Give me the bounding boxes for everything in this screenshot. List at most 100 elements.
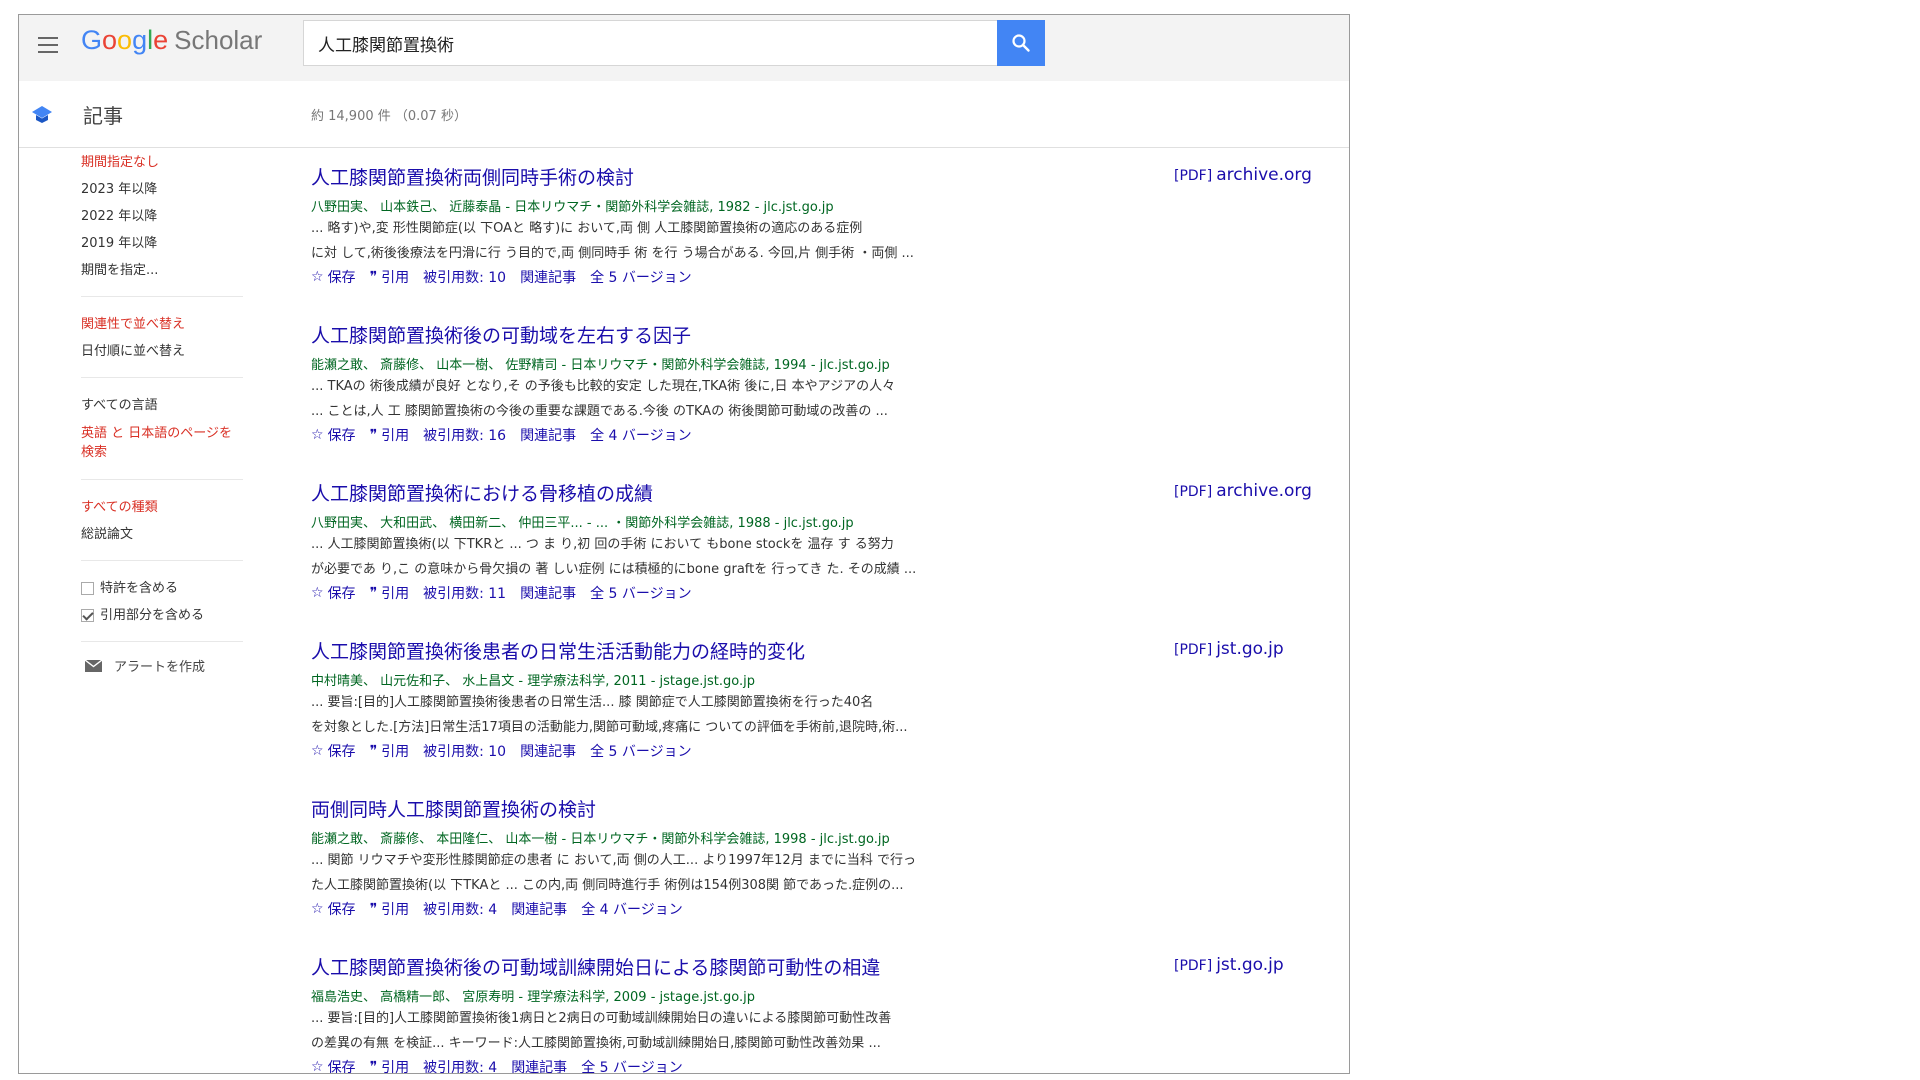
- cite-button[interactable]: ❞ 引用: [370, 741, 410, 761]
- all-versions-link[interactable]: 全 5 バージョン: [590, 583, 692, 603]
- pdf-source: archive.org: [1216, 481, 1312, 501]
- time-filter-2022[interactable]: 2022 年以降: [81, 203, 243, 230]
- language-all[interactable]: すべての言語: [81, 392, 243, 419]
- pdf-link[interactable]: [PDF] archive.org: [1174, 481, 1312, 501]
- quote-icon: ❞: [369, 269, 378, 285]
- save-button[interactable]: ☆ 保存: [311, 741, 356, 761]
- save-label: 保存: [327, 428, 356, 444]
- save-button[interactable]: ☆ 保存: [311, 1057, 356, 1074]
- all-versions-link[interactable]: 全 5 バージョン: [581, 1057, 683, 1073]
- cite-label: 引用: [381, 428, 410, 444]
- save-label: 保存: [327, 1060, 356, 1074]
- results-list: 人工膝関節置換術両側同時手術の検討 八野田実、 山本鉄己、 近藤泰晶 - 日本リ…: [311, 163, 1341, 1074]
- quote-icon: ❞: [369, 1059, 378, 1074]
- include-patents-checkbox[interactable]: 特許を含める: [81, 575, 243, 602]
- result-title-link[interactable]: 人工膝関節置換術後患者の日常生活活動能力の経時的変化: [311, 637, 805, 664]
- result-meta: 中村晴美、 山元佐和子、 水上昌文 - 理学療法科学, 2011 - jstag…: [311, 674, 755, 689]
- all-versions-link[interactable]: 全 5 バージョン: [590, 267, 692, 287]
- cited-by-link[interactable]: 被引用数: 10: [423, 741, 506, 761]
- save-button[interactable]: ☆ 保存: [311, 583, 356, 603]
- search-input[interactable]: [304, 21, 997, 65]
- star-icon: ☆: [311, 743, 324, 759]
- related-articles-link[interactable]: 関連記事: [520, 425, 576, 445]
- search-box: [303, 20, 997, 66]
- cite-label: 引用: [381, 744, 410, 760]
- star-icon: ☆: [311, 269, 324, 285]
- time-filter-any[interactable]: 期間指定なし: [81, 149, 243, 176]
- result-actions: ☆ 保存 ❞ 引用 被引用数: 11 関連記事 全 5 バージョン: [311, 583, 1341, 603]
- cited-by-link[interactable]: 被引用数: 16: [423, 425, 506, 445]
- save-button[interactable]: ☆ 保存: [311, 267, 356, 287]
- result-meta: 能瀬之敢、 斎藤修、 本田隆仁、 山本一樹 - 日本リウマチ・関節外科学会雑誌,…: [311, 832, 890, 847]
- all-versions-link[interactable]: 全 4 バージョン: [590, 425, 692, 445]
- pdf-tag: [PDF]: [1174, 642, 1213, 658]
- result-actions: ☆ 保存 ❞ 引用 被引用数: 10 関連記事 全 5 バージョン: [311, 267, 1341, 287]
- sort-date[interactable]: 日付順に並べ替え: [81, 338, 243, 365]
- google-scholar-logo[interactable]: Google Scholar: [81, 25, 262, 56]
- star-icon: ☆: [311, 1059, 324, 1074]
- language-en-ja[interactable]: 英語 と 日本語のページを検索: [81, 419, 243, 467]
- cited-by-link[interactable]: 被引用数: 11: [423, 583, 506, 603]
- result-title-link[interactable]: 人工膝関節置換術両側同時手術の検討: [311, 163, 634, 190]
- cite-button[interactable]: ❞ 引用: [370, 425, 410, 445]
- pdf-source: jst.go.jp: [1216, 639, 1284, 659]
- related-articles-link[interactable]: 関連記事: [520, 741, 576, 761]
- result-title-link[interactable]: 人工膝関節置換術後の可動域訓練開始日による膝関節可動性の相違: [311, 953, 880, 980]
- quote-icon: ❞: [369, 427, 378, 443]
- related-articles-link[interactable]: 関連記事: [520, 583, 576, 603]
- cite-label: 引用: [381, 586, 410, 602]
- pdf-link[interactable]: [PDF] jst.go.jp: [1174, 955, 1284, 975]
- type-all[interactable]: すべての種類: [81, 494, 243, 521]
- related-articles-link[interactable]: 関連記事: [511, 1057, 567, 1073]
- logo-letter: g: [132, 25, 148, 55]
- pdf-link[interactable]: [PDF] archive.org: [1174, 165, 1312, 185]
- filter-sidebar: 期間指定なし 2023 年以降 2022 年以降 2019 年以降 期間を指定.…: [19, 149, 249, 675]
- result-snippet-line: ... ことは,人 工 膝関節置換術の今後の重要な課題である.今後 のTKAの …: [311, 404, 888, 419]
- search-button[interactable]: [997, 20, 1045, 66]
- result-title-link[interactable]: 両側同時人工膝関節置換術の検討: [311, 795, 596, 822]
- save-button[interactable]: ☆ 保存: [311, 899, 356, 919]
- related-articles-link[interactable]: 関連記事: [520, 267, 576, 287]
- type-review[interactable]: 総説論文: [81, 521, 243, 548]
- quote-icon: ❞: [369, 743, 378, 759]
- logo-letter: o: [102, 25, 118, 55]
- article-icon: [32, 106, 52, 123]
- hamburger-menu-icon[interactable]: [29, 25, 65, 61]
- result-item: 人工膝関節置換術後の可動域訓練開始日による膝関節可動性の相違 福島浩史、 高橋精…: [311, 953, 1341, 1074]
- all-versions-link[interactable]: 全 5 バージョン: [590, 741, 692, 761]
- sort-relevance[interactable]: 関連性で並べ替え: [81, 311, 243, 338]
- cite-button[interactable]: ❞ 引用: [370, 583, 410, 603]
- result-meta: 八野田実、 大和田武、 横田新二、 仲田三平... - ... ・関節外科学会雑…: [311, 516, 854, 531]
- create-alert-button[interactable]: アラートを作成: [85, 656, 249, 675]
- save-button[interactable]: ☆ 保存: [311, 425, 356, 445]
- result-actions: ☆ 保存 ❞ 引用 被引用数: 4 関連記事 全 4 バージョン: [311, 899, 1341, 919]
- pdf-tag: [PDF]: [1174, 484, 1213, 500]
- result-title-link[interactable]: 人工膝関節置換術後の可動域を左右する因子: [311, 321, 691, 348]
- result-item: 両側同時人工膝関節置換術の検討 能瀬之敢、 斎藤修、 本田隆仁、 山本一樹 - …: [311, 795, 1341, 953]
- cite-button[interactable]: ❞ 引用: [370, 267, 410, 287]
- related-articles-link[interactable]: 関連記事: [511, 899, 567, 919]
- all-versions-link[interactable]: 全 4 バージョン: [581, 899, 683, 919]
- time-filter-custom[interactable]: 期間を指定...: [81, 257, 243, 284]
- result-stats: 約 14,900 件 （0.07 秒）: [311, 109, 467, 124]
- star-icon: ☆: [311, 585, 324, 601]
- pdf-link[interactable]: [PDF] jst.go.jp: [1174, 639, 1284, 659]
- cited-by-link[interactable]: 被引用数: 4: [423, 1057, 497, 1073]
- sort-group: 関連性で並べ替え 日付順に並べ替え: [81, 311, 243, 378]
- result-item: 人工膝関節置換術後患者の日常生活活動能力の経時的変化 中村晴美、 山元佐和子、 …: [311, 637, 1341, 795]
- result-meta: 福島浩史、 高橋精一郎、 宮原寿明 - 理学療法科学, 2009 - jstag…: [311, 990, 755, 1005]
- cited-by-link[interactable]: 被引用数: 4: [423, 899, 497, 919]
- section-label-articles[interactable]: 記事: [83, 100, 123, 129]
- cite-button[interactable]: ❞ 引用: [370, 899, 410, 919]
- cite-button[interactable]: ❞ 引用: [369, 1057, 410, 1074]
- language-group: すべての言語 英語 と 日本語のページを検索: [81, 392, 243, 480]
- result-title-link[interactable]: 人工膝関節置換術における骨移植の成績: [311, 479, 653, 506]
- time-filter-2019[interactable]: 2019 年以降: [81, 230, 243, 257]
- result-snippet-line: の差異の有無 を検証... キーワード:人工膝関節置換術,可動域訓練開始日,膝関…: [311, 1036, 881, 1051]
- include-citations-checkbox[interactable]: 引用部分を含める: [81, 602, 243, 629]
- cited-by-link[interactable]: 被引用数: 10: [423, 267, 506, 287]
- create-alert-label: アラートを作成: [114, 660, 206, 675]
- time-filter-group: 期間指定なし 2023 年以降 2022 年以降 2019 年以降 期間を指定.…: [81, 149, 243, 297]
- time-filter-2023[interactable]: 2023 年以降: [81, 176, 243, 203]
- result-snippet-line: ... 要旨:[目的]人工膝関節置換術後1病日と2病日の可動域訓練開始日の違いに…: [311, 1011, 892, 1026]
